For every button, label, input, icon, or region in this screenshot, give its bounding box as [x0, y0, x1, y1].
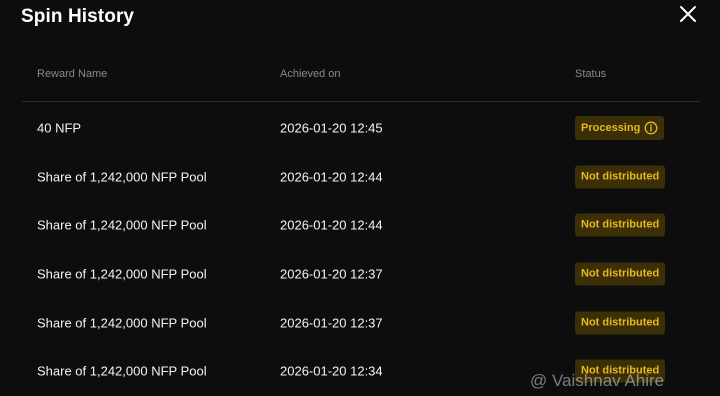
status-badge: Processing — [575, 116, 665, 141]
table-header: Reward Name Achieved on Status — [0, 68, 720, 84]
reward-name: Share of 1,242,000 NFP Pool — [37, 169, 207, 185]
table-row: 40 NFP 2026-01-20 12:45 Processing — [0, 104, 720, 153]
column-header-achieved-on: Achieved on — [280, 68, 341, 80]
status-badge: Not distributed — [575, 213, 666, 237]
achieved-on: 2026-01-20 12:44 — [280, 169, 383, 185]
achieved-on: 2026-01-20 12:37 — [280, 266, 383, 282]
status-text: Not distributed — [575, 165, 666, 189]
achieved-on: 2026-01-20 12:44 — [280, 217, 383, 233]
table-row: Share of 1,242,000 NFP Pool 2026-01-20 1… — [0, 153, 720, 202]
reward-name: Share of 1,242,000 NFP Pool — [37, 266, 207, 282]
reward-name: Share of 1,242,000 NFP Pool — [37, 217, 207, 233]
achieved-on: 2026-01-20 12:45 — [280, 120, 383, 136]
achieved-on: 2026-01-20 12:37 — [280, 315, 383, 331]
dialog-title: Spin History — [21, 6, 135, 27]
close-button[interactable] — [676, 2, 700, 26]
header-divider — [22, 101, 700, 102]
status-text: Not distributed — [575, 311, 666, 335]
info-icon[interactable] — [644, 121, 658, 135]
reward-name: 40 NFP — [37, 120, 82, 136]
watermark: @ Vaishnav Ahire — [530, 371, 665, 390]
table-body: 40 NFP 2026-01-20 12:45 Processing Share… — [0, 104, 720, 396]
table-row: Share of 1,242,000 NFP Pool 2026-01-20 1… — [0, 201, 720, 250]
column-header-status: Status — [575, 68, 607, 80]
status-text: Not distributed — [575, 213, 666, 237]
column-header-reward-name: Reward Name — [37, 68, 108, 80]
achieved-on: 2026-01-20 12:34 — [280, 363, 383, 379]
status-text: Processing — [581, 121, 641, 134]
reward-name: Share of 1,242,000 NFP Pool — [37, 315, 207, 331]
table-row: Share of 1,242,000 NFP Pool 2026-01-20 1… — [0, 250, 720, 299]
status-badge: Not distributed — [575, 165, 666, 189]
status-badge: Not distributed — [575, 262, 666, 286]
reward-name: Share of 1,242,000 NFP Pool — [37, 363, 207, 379]
status-badge: Not distributed — [575, 311, 666, 335]
close-icon — [680, 6, 696, 22]
table-row: Share of 1,242,000 NFP Pool 2026-01-20 1… — [0, 298, 720, 347]
status-text: Not distributed — [575, 262, 666, 286]
